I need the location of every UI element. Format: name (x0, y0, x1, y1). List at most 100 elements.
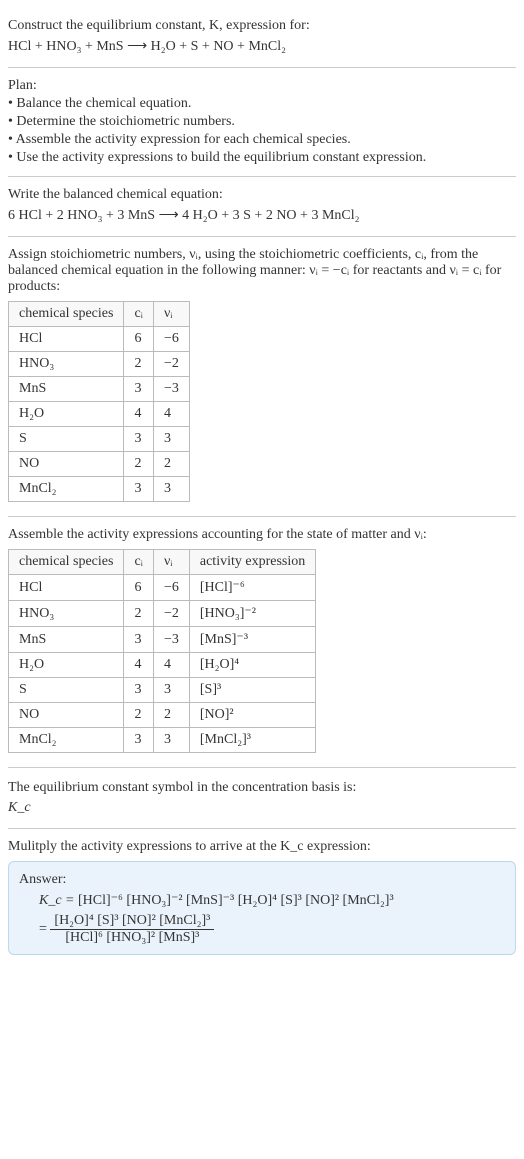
cell: 3 (124, 477, 154, 502)
col-header: chemical species (9, 302, 124, 327)
cell: 2 (124, 452, 154, 477)
table-row: H₂O44 (9, 402, 190, 427)
table-row: H₂O44[H₂O]⁴ (9, 653, 316, 678)
table-row: S33 (9, 427, 190, 452)
col-header: chemical species (9, 550, 124, 575)
kc-fraction-line: = [H₂O]⁴ [S]³ [NO]² [MnCl₂]³ [HCl]⁶ [HNO… (39, 913, 505, 946)
cell: −3 (153, 627, 189, 653)
plan-item: • Assemble the activity expression for e… (8, 132, 516, 148)
cell: −3 (153, 377, 189, 402)
plan-item: • Use the activity expressions to build … (8, 150, 516, 166)
cell: S (9, 427, 124, 452)
cell: 4 (153, 653, 189, 678)
symbol-section: The equilibrium constant symbol in the c… (8, 768, 516, 829)
cell: HCl (9, 327, 124, 352)
cell: 3 (153, 728, 189, 753)
cell: [HNO₃]⁻² (189, 601, 315, 627)
cell: MnCl₂ (9, 477, 124, 502)
cell: HCl (9, 575, 124, 601)
table-row: NO22 (9, 452, 190, 477)
stoich-table: chemical species cᵢ νᵢ HCl6−6 HNO₃2−2 Mn… (8, 301, 190, 502)
cell: 3 (124, 678, 154, 703)
answer-box: Answer: K_c = [HCl]⁻⁶ [HNO₃]⁻² [MnS]⁻³ [… (8, 861, 516, 955)
cell: NO (9, 703, 124, 728)
table-header-row: chemical species cᵢ νᵢ activity expressi… (9, 550, 316, 575)
cell: −2 (153, 352, 189, 377)
cell: [H₂O]⁴ (189, 653, 315, 678)
cell: 2 (153, 703, 189, 728)
table-row: NO22[NO]² (9, 703, 316, 728)
cell: 3 (124, 427, 154, 452)
fraction-denominator: [HCl]⁶ [HNO₃]² [MnS]³ (50, 930, 214, 946)
cell: HNO₃ (9, 601, 124, 627)
cell: 3 (124, 627, 154, 653)
cell: 2 (124, 601, 154, 627)
cell: −6 (153, 575, 189, 601)
cell: 4 (153, 402, 189, 427)
stoich-intro: Assign stoichiometric numbers, νᵢ, using… (8, 247, 516, 295)
cell: MnS (9, 377, 124, 402)
plan-title: Plan: (8, 78, 516, 94)
table-row: MnS3−3 (9, 377, 190, 402)
table-row: MnS3−3[MnS]⁻³ (9, 627, 316, 653)
kc-label: K_c = (39, 893, 75, 908)
stoich-section: Assign stoichiometric numbers, νᵢ, using… (8, 237, 516, 517)
cell: 3 (124, 377, 154, 402)
symbol-kc: K_c (8, 800, 516, 816)
cell: 2 (153, 452, 189, 477)
activity-section: Assemble the activity expressions accoun… (8, 517, 516, 768)
table-row: MnCl₂33[MnCl₂]³ (9, 728, 316, 753)
unbalanced-equation: HCl + HNO₃ + MnS ⟶ H₂O + S + NO + MnCl₂ (8, 38, 516, 55)
cell: 3 (153, 678, 189, 703)
cell: 4 (124, 653, 154, 678)
cell: 3 (153, 477, 189, 502)
kc-product: [HCl]⁻⁶ [HNO₃]⁻² [MnS]⁻³ [H₂O]⁴ [S]³ [NO… (78, 893, 394, 908)
cell: 3 (153, 427, 189, 452)
table-row: MnCl₂33 (9, 477, 190, 502)
cell: HNO₃ (9, 352, 124, 377)
col-header: νᵢ (153, 550, 189, 575)
cell: [NO]² (189, 703, 315, 728)
multiply-intro: Mulitply the activity expressions to arr… (8, 839, 516, 855)
balanced-intro: Write the balanced chemical equation: (8, 187, 516, 203)
multiply-section: Mulitply the activity expressions to arr… (8, 829, 516, 963)
cell: MnCl₂ (9, 728, 124, 753)
balanced-section: Write the balanced chemical equation: 6 … (8, 177, 516, 237)
cell: 3 (124, 728, 154, 753)
kc-expression: K_c = [HCl]⁻⁶ [HNO₃]⁻² [MnS]⁻³ [H₂O]⁴ [S… (39, 892, 505, 909)
col-header: cᵢ (124, 302, 154, 327)
table-header-row: chemical species cᵢ νᵢ (9, 302, 190, 327)
cell: MnS (9, 627, 124, 653)
col-header: νᵢ (153, 302, 189, 327)
activity-intro: Assemble the activity expressions accoun… (8, 527, 516, 543)
table-row: HCl6−6 (9, 327, 190, 352)
header-section: Construct the equilibrium constant, K, e… (8, 8, 516, 68)
cell: S (9, 678, 124, 703)
plan-item: • Balance the chemical equation. (8, 96, 516, 112)
cell: [MnCl₂]³ (189, 728, 315, 753)
balanced-equation: 6 HCl + 2 HNO₃ + 3 MnS ⟶ 4 H₂O + 3 S + 2… (8, 207, 516, 224)
cell: 4 (124, 402, 154, 427)
cell: 2 (124, 352, 154, 377)
equals-sign: = (39, 922, 47, 937)
col-header: activity expression (189, 550, 315, 575)
fraction-numerator: [H₂O]⁴ [S]³ [NO]² [MnCl₂]³ (50, 913, 214, 930)
cell: H₂O (9, 402, 124, 427)
activity-table: chemical species cᵢ νᵢ activity expressi… (8, 549, 316, 753)
symbol-intro: The equilibrium constant symbol in the c… (8, 780, 516, 796)
cell: −6 (153, 327, 189, 352)
cell: 6 (124, 575, 154, 601)
table-row: HNO₃2−2[HNO₃]⁻² (9, 601, 316, 627)
plan-item: • Determine the stoichiometric numbers. (8, 114, 516, 130)
kc-fraction: [H₂O]⁴ [S]³ [NO]² [MnCl₂]³ [HCl]⁶ [HNO₃]… (50, 913, 214, 946)
col-header: cᵢ (124, 550, 154, 575)
cell: H₂O (9, 653, 124, 678)
answer-label: Answer: (19, 872, 505, 888)
table-row: HNO₃2−2 (9, 352, 190, 377)
cell: 2 (124, 703, 154, 728)
prompt-text: Construct the equilibrium constant, K, e… (8, 18, 516, 34)
cell: [MnS]⁻³ (189, 627, 315, 653)
cell: [S]³ (189, 678, 315, 703)
plan-section: Plan: • Balance the chemical equation. •… (8, 68, 516, 177)
cell: 6 (124, 327, 154, 352)
